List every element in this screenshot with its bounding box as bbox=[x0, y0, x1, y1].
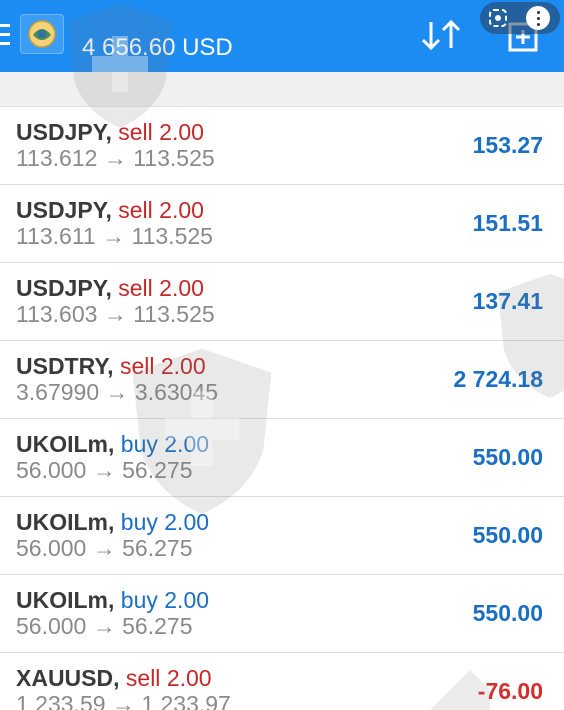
trade-screen: 4 656.60 USD USDJPY, sell 2.00 113.612 →… bbox=[0, 0, 564, 710]
open-price: 56.000 bbox=[16, 613, 87, 639]
price-arrow: → bbox=[102, 223, 126, 249]
position-volume: 2.00 bbox=[164, 431, 210, 457]
position-title: UKOILm, buy 2.00 bbox=[16, 431, 209, 457]
position-prices: 113.603 → 113.525 bbox=[16, 301, 215, 327]
position-volume: 2.00 bbox=[159, 119, 204, 145]
price-arrow: → bbox=[103, 301, 127, 327]
position-row[interactable]: UKOILm, buy 2.00 56.000 → 56.275 550.00 bbox=[0, 497, 564, 575]
open-price: 56.000 bbox=[16, 457, 87, 483]
position-side: sell bbox=[118, 197, 153, 223]
screenshot-overlay-controls[interactable] bbox=[480, 2, 560, 34]
position-row[interactable]: USDJPY, sell 2.00 113.611 → 113.525 151.51 bbox=[0, 185, 564, 263]
position-symbol: UKOILm, bbox=[16, 431, 115, 457]
position-title: USDJPY, sell 2.00 bbox=[16, 119, 204, 145]
position-side: sell bbox=[119, 353, 155, 379]
current-price: 3.63045 bbox=[134, 379, 219, 405]
position-side: buy bbox=[120, 431, 158, 457]
position-title: USDJPY, sell 2.00 bbox=[16, 275, 204, 301]
positions-list: USDJPY, sell 2.00 113.612 → 113.525 153.27… bbox=[0, 107, 564, 710]
position-symbol: USDTRY, bbox=[16, 353, 114, 379]
more-options-icon[interactable] bbox=[526, 6, 550, 30]
lens-icon[interactable] bbox=[488, 8, 508, 28]
current-price: 56.275 bbox=[122, 535, 193, 561]
position-prices: 56.000 → 56.275 bbox=[16, 535, 193, 561]
position-volume: 2.00 bbox=[164, 509, 210, 535]
position-side: buy bbox=[120, 509, 158, 535]
current-price: 56.275 bbox=[122, 457, 193, 483]
position-side: sell bbox=[118, 275, 153, 301]
position-symbol: USDJPY, bbox=[16, 197, 112, 223]
position-volume: 2.00 bbox=[159, 197, 204, 223]
position-title: USDTRY, sell 2.00 bbox=[16, 353, 206, 379]
position-volume: 2.00 bbox=[166, 665, 212, 691]
position-row[interactable]: UKOILm, buy 2.00 56.000 → 56.275 550.00 bbox=[0, 419, 564, 497]
position-profit: 137.41 bbox=[472, 288, 543, 314]
position-title: UKOILm, buy 2.00 bbox=[16, 509, 209, 535]
position-title: UKOILm, buy 2.00 bbox=[16, 587, 209, 613]
position-row[interactable]: USDJPY, sell 2.00 113.603 → 113.525 137.41 bbox=[0, 263, 564, 341]
position-profit: 550.00 bbox=[472, 522, 543, 548]
open-price: 1 233.59 bbox=[16, 691, 106, 710]
position-symbol: UKOILm, bbox=[16, 587, 115, 613]
price-arrow: → bbox=[111, 691, 135, 710]
position-prices: 113.611 → 113.525 bbox=[16, 223, 213, 249]
position-side: buy bbox=[120, 587, 158, 613]
price-arrow: → bbox=[92, 457, 116, 483]
current-price: 1 233.97 bbox=[141, 691, 231, 710]
position-symbol: XAUUSD, bbox=[16, 665, 120, 691]
position-row[interactable]: UKOILm, buy 2.00 56.000 → 56.275 550.00 bbox=[0, 575, 564, 653]
position-title: USDJPY, sell 2.00 bbox=[16, 197, 204, 223]
position-row[interactable]: USDJPY, sell 2.00 113.612 → 113.525 153.27 bbox=[0, 107, 564, 185]
position-prices: 56.000 → 56.275 bbox=[16, 613, 193, 639]
hamburger-menu-icon[interactable] bbox=[0, 24, 10, 46]
position-profit: 2 724.18 bbox=[453, 366, 543, 392]
position-symbol: USDJPY, bbox=[16, 119, 112, 145]
position-profit: 550.00 bbox=[472, 600, 543, 626]
open-price: 113.612 bbox=[16, 145, 98, 171]
open-price: 113.611 bbox=[16, 223, 96, 249]
open-price: 113.603 bbox=[16, 301, 98, 327]
current-price: 113.525 bbox=[131, 223, 213, 249]
position-prices: 1 233.59 → 1 233.97 bbox=[16, 691, 231, 710]
price-arrow: → bbox=[103, 145, 127, 171]
current-price: 56.275 bbox=[122, 613, 193, 639]
account-balance: 4 656.60 USD bbox=[82, 34, 233, 61]
sort-arrows-icon[interactable] bbox=[419, 18, 463, 52]
position-profit: -76.00 bbox=[477, 678, 543, 704]
open-price: 56.000 bbox=[16, 535, 87, 561]
position-volume: 2.00 bbox=[164, 587, 210, 613]
position-row[interactable]: XAUUSD, sell 2.00 1 233.59 → 1 233.97 -76.… bbox=[0, 653, 564, 710]
position-profit: 153.27 bbox=[472, 132, 543, 158]
current-price: 113.525 bbox=[133, 145, 215, 171]
position-prices: 56.000 → 56.275 bbox=[16, 457, 193, 483]
position-volume: 2.00 bbox=[160, 353, 206, 379]
position-side: sell bbox=[125, 665, 161, 691]
current-price: 113.525 bbox=[133, 301, 215, 327]
open-price: 3.67990 bbox=[16, 379, 100, 405]
position-side: sell bbox=[118, 119, 153, 145]
section-header-bar bbox=[0, 72, 564, 107]
position-symbol: UKOILm, bbox=[16, 509, 115, 535]
price-arrow: → bbox=[92, 535, 116, 561]
price-arrow: → bbox=[92, 613, 116, 639]
position-title: XAUUSD, sell 2.00 bbox=[16, 665, 212, 691]
top-toolbar: 4 656.60 USD bbox=[0, 0, 564, 72]
position-prices: 3.67990 → 3.63045 bbox=[16, 379, 218, 405]
position-prices: 113.612 → 113.525 bbox=[16, 145, 215, 171]
position-profit: 550.00 bbox=[472, 444, 543, 470]
position-volume: 2.00 bbox=[159, 275, 204, 301]
price-arrow: → bbox=[105, 379, 129, 405]
position-row[interactable]: USDTRY, sell 2.00 3.67990 → 3.63045 2 724.… bbox=[0, 341, 564, 419]
position-symbol: USDJPY, bbox=[16, 275, 112, 301]
metatrader-logo-icon bbox=[20, 14, 64, 54]
position-profit: 151.51 bbox=[472, 210, 543, 236]
